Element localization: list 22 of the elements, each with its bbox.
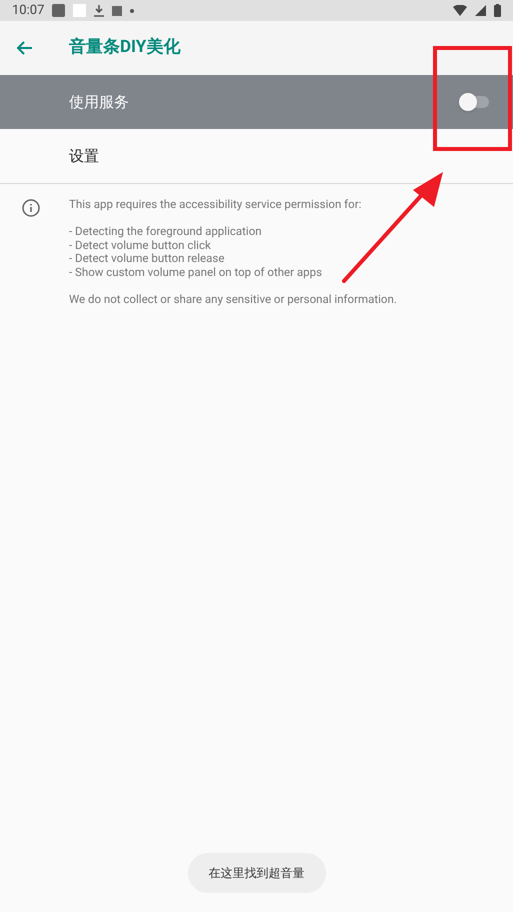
window-title: 音量条DIY美化	[69, 36, 180, 60]
info-text: We do not collect or share any sensitive or personal information.	[69, 292, 397, 306]
toast: 在这里找到超音量	[188, 853, 326, 893]
info-icon	[22, 199, 40, 217]
notification-icon	[52, 4, 66, 17]
info-list-item: - Detect volume button release	[69, 252, 226, 266]
info-list-item: - Detect volume button click	[69, 238, 212, 252]
back-arrow-icon	[16, 41, 32, 55]
notification-icon	[112, 6, 122, 16]
battery-icon	[494, 4, 501, 17]
setting-label: 设置	[69, 146, 100, 167]
wifi-icon	[453, 5, 467, 16]
info-list-item: - Detecting the foreground application	[69, 225, 263, 238]
settings-row[interactable]: 使用服务	[0, 75, 513, 129]
setting-label: 使用服务	[69, 92, 130, 113]
info-text: This app requires the accessibility service permission for:	[69, 198, 362, 212]
download-icon	[94, 4, 104, 16]
toggle-switch[interactable]	[459, 92, 491, 112]
info-list-item: - Show custom volume panel on top of other apps	[69, 266, 324, 279]
signal-icon	[475, 5, 486, 16]
notification-icon	[73, 4, 86, 17]
status-time: 10:07	[12, 2, 44, 20]
